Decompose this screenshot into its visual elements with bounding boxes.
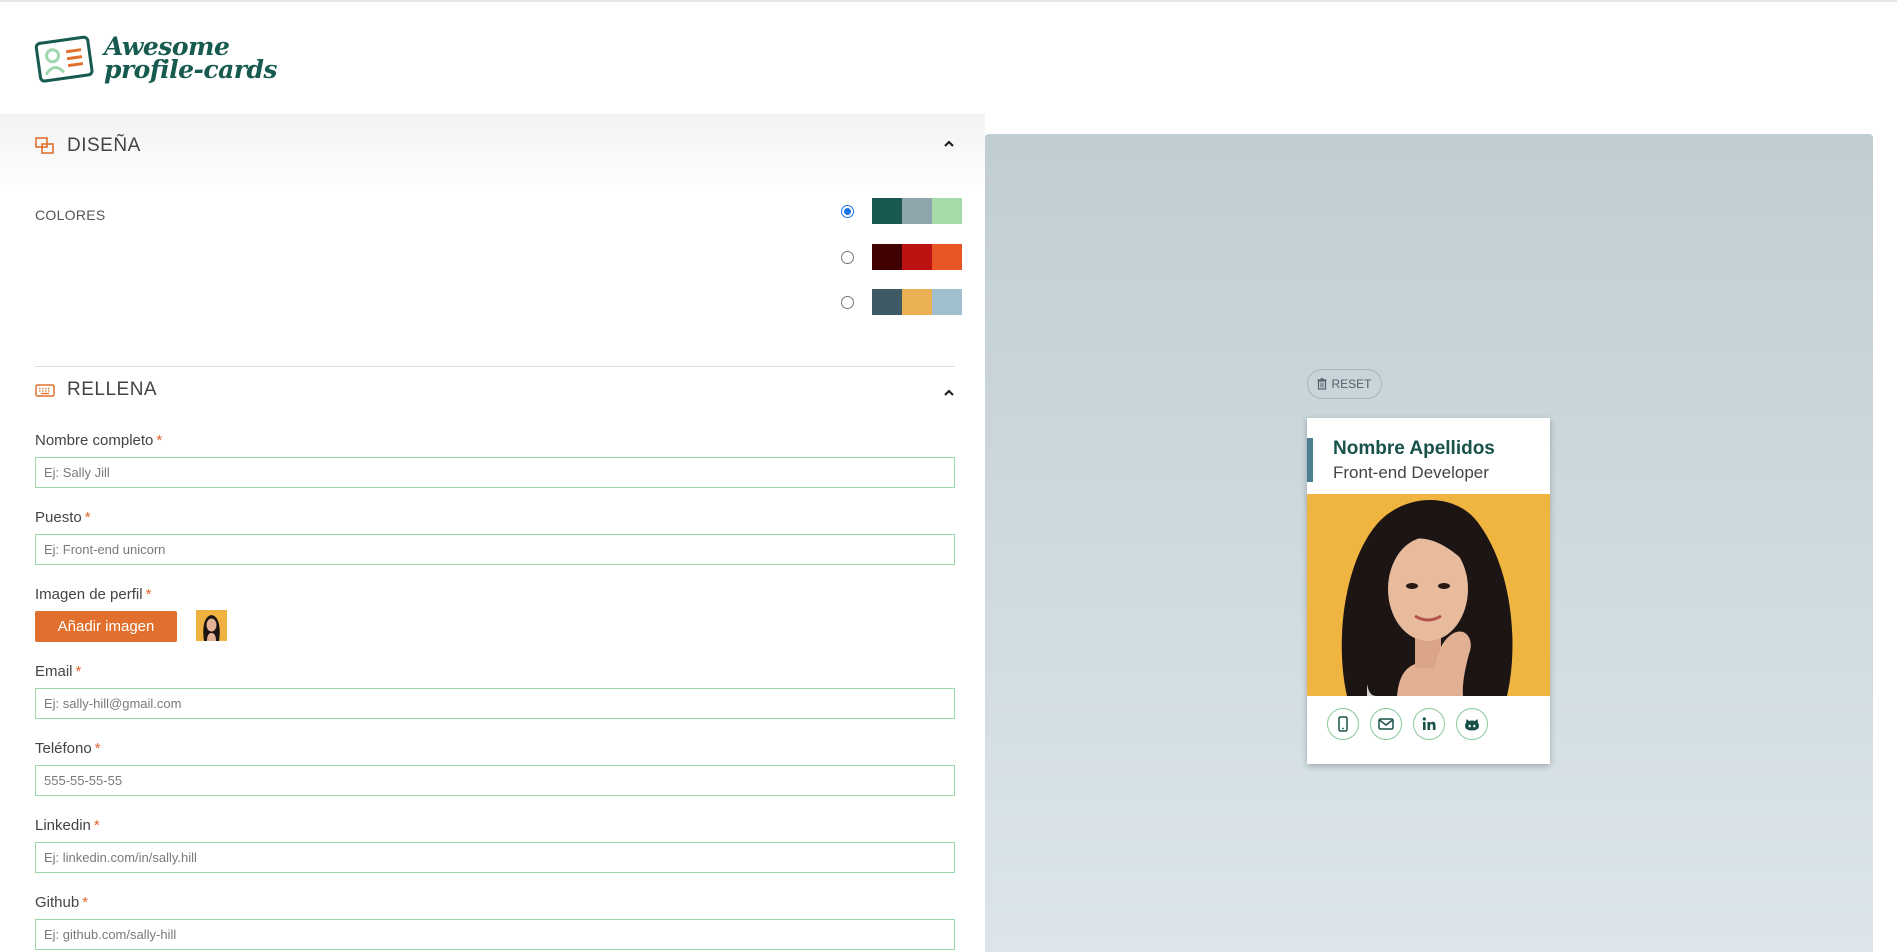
chevron-up-icon[interactable] [943,138,955,150]
mobile-icon [1338,716,1348,732]
phone-input[interactable] [35,765,955,796]
design-section-header[interactable]: DISEÑA [35,124,955,168]
image-label: Imagen de perfil * [35,586,151,603]
email-link[interactable] [1370,708,1402,740]
required-mark: * [94,740,101,757]
job-label-text: Puesto [35,509,82,526]
required-mark: * [84,509,91,526]
card-preview-panel: RESET Nombre Apellidos Front-end Develop… [985,134,1873,952]
required-mark: * [156,432,163,449]
linkedin-label: Linkedin * [35,817,100,834]
fill-section-header[interactable]: RELLENA [35,368,955,412]
email-input[interactable] [35,688,955,719]
section-divider [35,366,955,367]
palette-3-swatch-2 [902,289,932,315]
object-ungroup-icon [35,137,54,154]
job-input[interactable] [35,534,955,565]
name-label: Nombre completo * [35,432,162,449]
envelope-icon [1378,718,1394,730]
card-photo [1307,494,1550,696]
form-panel: DISEÑA COLORES RELLENA Nombre completo *… [0,114,985,952]
woman-portrait-thumbnail-icon [196,610,227,641]
palette-option-3[interactable] [841,289,962,315]
card-social-links [1327,708,1488,740]
palette-option-2[interactable] [841,244,962,270]
github-icon [1465,719,1479,731]
name-input[interactable] [35,457,955,488]
palette-2-swatch-3 [932,244,962,270]
required-mark: * [145,586,152,603]
design-section-title: DISEÑA [67,135,141,156]
email-label-text: Email [35,663,73,680]
github-label-text: Github [35,894,80,911]
chevron-up-icon[interactable] [943,387,955,399]
palette-2-swatch-2 [902,244,932,270]
github-input[interactable] [35,919,955,950]
card-header: Nombre Apellidos Front-end Developer [1307,418,1550,494]
required-mark: * [82,894,89,911]
linkedin-link[interactable] [1413,708,1445,740]
linkedin-icon [1422,717,1436,730]
phone-label: Teléfono * [35,740,101,757]
woman-portrait-illustration [1307,494,1550,696]
trash-icon [1317,378,1327,390]
phone-link[interactable] [1327,708,1359,740]
fill-section-title: RELLENA [67,379,158,400]
required-mark: * [93,817,100,834]
palette-2-swatch-1 [872,244,902,270]
profile-image-thumbnail [196,610,227,641]
add-image-button[interactable]: Añadir imagen [35,611,177,642]
logo-line-2: profile-cards [104,55,278,84]
name-label-text: Nombre completo [35,432,154,449]
phone-label-text: Teléfono [35,740,92,757]
palette-option-1[interactable] [841,198,962,224]
profile-card-logo-icon [34,35,94,83]
palette-2-radio[interactable] [841,250,854,264]
required-mark: * [75,663,82,680]
card-job: Front-end Developer [1333,463,1489,482]
app-header: Awesome profile-cards [0,2,1897,114]
reset-label: RESET [1331,377,1372,391]
profile-card: Nombre Apellidos Front-end Developer [1307,418,1550,764]
job-label: Puesto * [35,509,91,526]
email-label: Email * [35,663,81,680]
card-name: Nombre Apellidos [1333,438,1495,459]
card-accent-bar [1307,438,1313,482]
palette-3-swatch-3 [932,289,962,315]
github-link[interactable] [1456,708,1488,740]
palette-1-radio[interactable] [841,204,854,218]
logo-text: Awesome profile-cards [104,34,278,84]
colors-label: COLORES [35,207,106,223]
linkedin-input[interactable] [35,842,955,873]
image-label-text: Imagen de perfil [35,586,143,603]
palette-3-radio[interactable] [841,295,854,309]
linkedin-label-text: Linkedin [35,817,91,834]
keyboard-icon [35,384,55,397]
palette-1-swatch-3 [932,198,962,224]
palette-1-swatch-1 [872,198,902,224]
reset-button[interactable]: RESET [1307,369,1382,399]
logo[interactable]: Awesome profile-cards [34,32,278,84]
palette-3-swatch-1 [872,289,902,315]
palette-1-swatch-2 [902,198,932,224]
github-label: Github * [35,894,88,911]
